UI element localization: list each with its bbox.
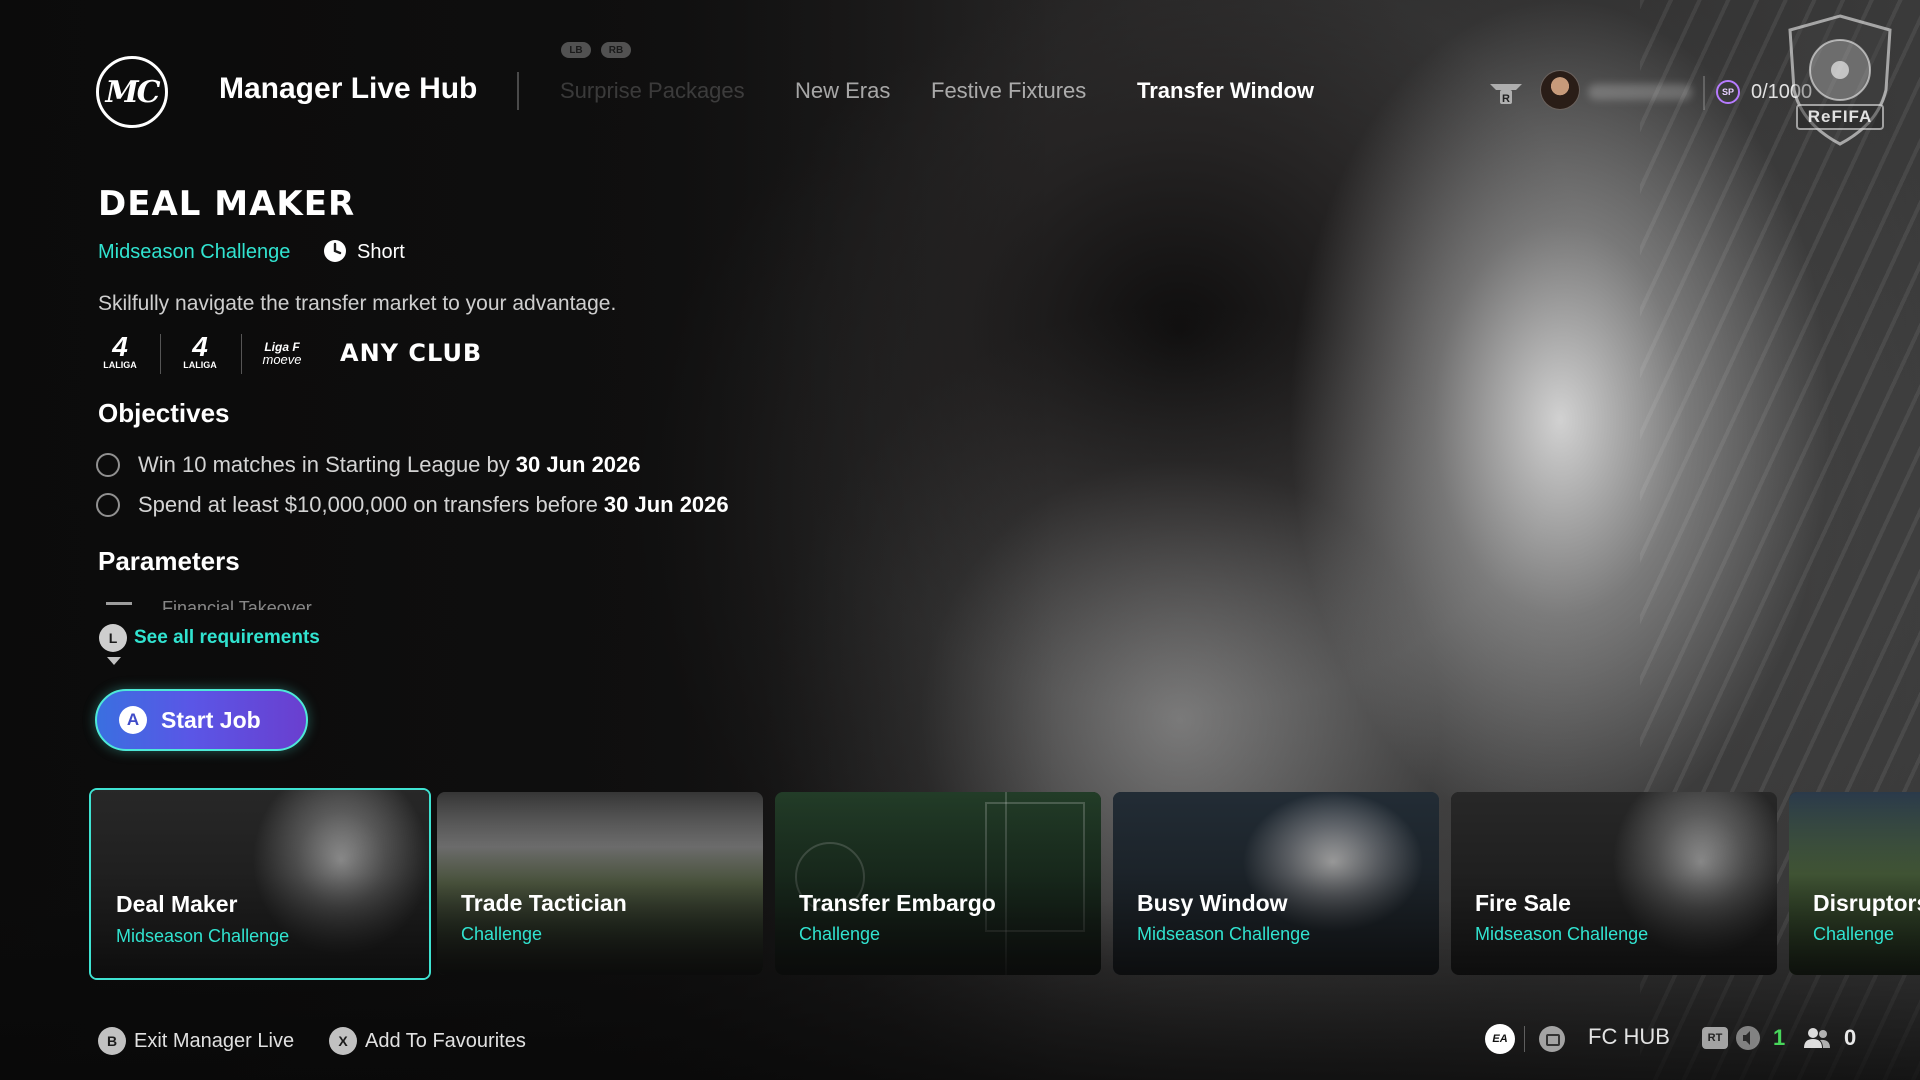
card-title: Busy Window bbox=[1137, 890, 1288, 916]
tab-festive-fixtures[interactable]: Festive Fixtures bbox=[931, 78, 1086, 104]
card-subtitle: Midseason Challenge bbox=[1137, 924, 1311, 944]
tab-new-eras[interactable]: New Eras bbox=[795, 78, 890, 104]
manager-live-logo: MC bbox=[96, 56, 168, 128]
x-button-icon: X bbox=[329, 1027, 357, 1055]
parameter-item: Financial Takeover bbox=[96, 596, 376, 610]
start-job-button[interactable]: A Start Job bbox=[95, 689, 308, 751]
header-divider bbox=[517, 72, 519, 110]
card-title: Transfer Embargo bbox=[799, 890, 996, 916]
objective-date: 30 Jun 2026 bbox=[603, 492, 729, 517]
job-card-deal-maker[interactable]: Deal Maker Midseason Challenge bbox=[89, 788, 431, 980]
job-card-fire-sale[interactable]: Fire Sale Midseason Challenge bbox=[1451, 792, 1777, 975]
card-title: Deal Maker bbox=[116, 891, 238, 917]
card-subtitle: Challenge bbox=[461, 924, 543, 944]
see-all-requirements-label: See all requirements bbox=[134, 627, 320, 648]
refifa-label: ReFIFA bbox=[1796, 104, 1884, 130]
rb-bumper-hint: RB bbox=[601, 42, 631, 58]
card-subtitle: Midseason Challenge bbox=[1475, 924, 1649, 944]
card-subtitle: Challenge bbox=[799, 924, 881, 944]
friends-icon[interactable] bbox=[1802, 1025, 1832, 1051]
laliga-caption: LALIGA bbox=[103, 360, 137, 370]
objective-status-icon bbox=[96, 493, 120, 517]
rt-trigger-icon: RT bbox=[1702, 1027, 1728, 1049]
a-button-icon: A bbox=[119, 706, 147, 734]
parameters-heading: Parameters bbox=[98, 546, 240, 576]
tab-transfer-window[interactable]: Transfer Window bbox=[1137, 78, 1314, 104]
job-type: Midseason Challenge bbox=[98, 241, 291, 263]
league-separator bbox=[241, 334, 242, 374]
fc-hub-button[interactable]: FC HUB bbox=[1588, 1024, 1670, 1050]
objectives-heading: Objectives bbox=[98, 398, 230, 428]
objective-text: Win 10 matches in Starting League by bbox=[138, 452, 510, 477]
job-card-busy-window[interactable]: Busy Window Midseason Challenge bbox=[1113, 792, 1439, 975]
ea-icon[interactable]: EA bbox=[1485, 1024, 1515, 1054]
exit-manager-live-label: Exit Manager Live bbox=[134, 1029, 295, 1052]
pitch-line bbox=[1005, 792, 1007, 975]
laliga-logo: 4 LALIGA bbox=[90, 332, 150, 374]
job-duration: Short bbox=[357, 241, 405, 263]
parameter-icon bbox=[106, 602, 132, 610]
card-artwork bbox=[1451, 792, 1777, 975]
card-title: Fire Sale bbox=[1475, 890, 1571, 916]
job-title: DEAL MAKER bbox=[98, 184, 356, 224]
lb-bumper-hint: LB bbox=[561, 42, 591, 58]
job-card-trade-tactician[interactable]: Trade Tactician Challenge bbox=[437, 792, 763, 975]
objective-item: Win 10 matches in Starting League by 30 … bbox=[96, 451, 641, 479]
card-title: Disruptors bbox=[1813, 890, 1920, 916]
svg-text:R: R bbox=[1502, 93, 1510, 105]
job-card-transfer-embargo[interactable]: Transfer Embargo Challenge bbox=[775, 792, 1101, 975]
clock-icon bbox=[324, 240, 346, 262]
microphone-muted-icon[interactable] bbox=[1735, 1025, 1761, 1051]
laliga-glyph: 4 bbox=[112, 331, 128, 362]
season-points-icon: SP bbox=[1716, 80, 1740, 104]
liga-f-caption: moeve bbox=[262, 352, 302, 367]
parameter-label: Financial Takeover bbox=[162, 598, 312, 610]
header-separator bbox=[1703, 76, 1705, 110]
laliga-caption: LALIGA bbox=[183, 360, 217, 370]
b-button-icon: B bbox=[98, 1027, 126, 1055]
card-artwork bbox=[437, 792, 763, 975]
footer-separator bbox=[1524, 1026, 1525, 1052]
club-restriction: ANY CLUB bbox=[340, 339, 483, 367]
add-to-favourites-button[interactable]: X Add To Favourites bbox=[329, 1027, 526, 1055]
card-title: Trade Tactician bbox=[461, 890, 627, 916]
job-card-disruptors[interactable]: Disruptors Challenge bbox=[1789, 792, 1920, 975]
laliga-glyph: 4 bbox=[192, 331, 208, 362]
see-all-requirements-button[interactable]: L See all requirements bbox=[99, 624, 320, 652]
avatar[interactable] bbox=[1540, 70, 1580, 110]
card-artwork bbox=[775, 792, 1101, 975]
league-separator bbox=[160, 334, 161, 374]
objective-status-icon bbox=[96, 453, 120, 477]
job-description: Skilfully navigate the transfer market t… bbox=[98, 292, 617, 315]
friends-online-count: 0 bbox=[1844, 1025, 1857, 1050]
objective-item: Spend at least $10,000,000 on transfers … bbox=[96, 491, 729, 519]
liga-f-logo: Liga F moeve bbox=[252, 332, 312, 374]
add-to-favourites-label: Add To Favourites bbox=[365, 1029, 526, 1052]
l-stick-button-icon: L bbox=[99, 624, 127, 652]
card-artwork bbox=[1789, 792, 1920, 975]
objective-date: 30 Jun 2026 bbox=[515, 452, 641, 477]
tab-surprise-packages[interactable]: Surprise Packages bbox=[560, 78, 745, 104]
objective-text: Spend at least $10,000,000 on transfers … bbox=[138, 492, 598, 517]
laliga-hypermotion-logo: 4 LALIGA bbox=[170, 332, 230, 374]
page-title: Manager Live Hub bbox=[219, 72, 478, 105]
voice-participants-count: 1 bbox=[1773, 1025, 1786, 1050]
right-stick-icon: R bbox=[1490, 84, 1522, 105]
refifa-watermark: ReFIFA bbox=[1782, 12, 1898, 148]
card-subtitle: Challenge bbox=[1813, 924, 1895, 944]
start-job-label: Start Job bbox=[161, 706, 261, 733]
scroll-down-icon bbox=[107, 657, 121, 665]
username-blurred bbox=[1588, 84, 1692, 100]
card-artwork bbox=[91, 790, 429, 978]
view-button-icon bbox=[1539, 1026, 1565, 1052]
exit-manager-live-button[interactable]: B Exit Manager Live bbox=[98, 1027, 294, 1055]
card-subtitle: Midseason Challenge bbox=[116, 926, 290, 946]
card-artwork bbox=[1113, 792, 1439, 975]
pitch-box bbox=[985, 802, 1085, 932]
